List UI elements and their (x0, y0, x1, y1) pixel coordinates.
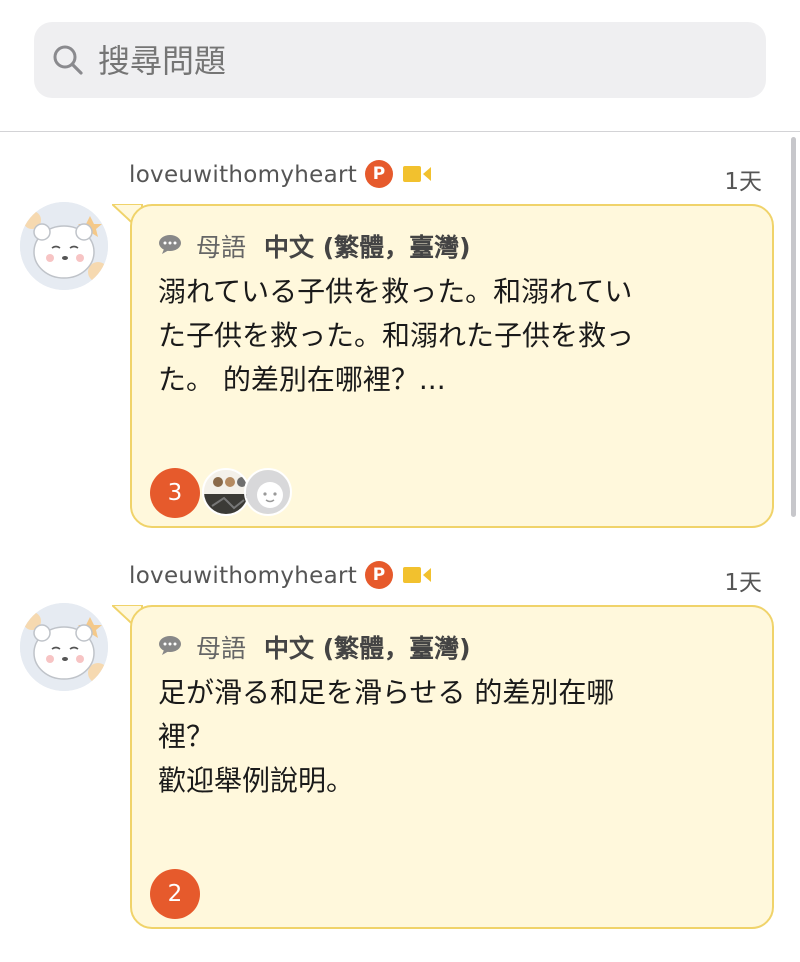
question-card[interactable]: loveuwithomyheart P 1天 (0, 140, 800, 540)
answer-count-badge: 3 (150, 468, 200, 518)
premium-badge: P (365, 160, 393, 188)
question-text[interactable]: 足が滑る和足を滑らせる 的差別在哪 裡？ 歡迎舉例說明。 (158, 671, 748, 803)
language-label: 母語 (196, 233, 247, 262)
speech-bubble-icon (159, 636, 181, 655)
question-bubble[interactable]: 母語 中文 (繁體，臺灣) 溺れている子供を救った。和溺れてい た子供を救った。… (130, 204, 774, 528)
question-bubble[interactable]: 母語 中文 (繁體，臺灣) 足が滑る和足を滑らせる 的差別在哪 裡？ 歡迎舉例說… (130, 605, 774, 929)
username[interactable]: loveuwithomyheart (129, 162, 357, 188)
video-camera-icon (403, 166, 431, 182)
question-card[interactable]: loveuwithomyheart P 1天 (0, 541, 800, 941)
bear-avatar-icon (20, 603, 108, 691)
video-camera-icon (403, 567, 431, 583)
search-bar[interactable] (34, 22, 766, 100)
timestamp: 1天 (724, 570, 762, 596)
responder-avatar (202, 468, 250, 516)
username[interactable]: loveuwithomyheart (129, 563, 357, 589)
question-text[interactable]: 溺れている子供を救った。和溺れてい た子供を救った。和溺れた子供を救っ た。 的… (158, 270, 748, 402)
avatar[interactable] (20, 603, 108, 691)
search-input[interactable] (96, 22, 750, 100)
language-label: 母語 (196, 634, 247, 663)
avatar[interactable] (20, 202, 108, 290)
timestamp: 1天 (724, 169, 762, 195)
premium-badge: P (365, 561, 393, 589)
responder-avatar (244, 468, 292, 516)
search-icon (53, 45, 83, 75)
answer-count-badge: 2 (150, 869, 200, 919)
language-value: 中文 (繁體，臺灣) (264, 634, 471, 663)
speech-bubble-icon (159, 235, 181, 254)
language-value: 中文 (繁體，臺灣) (264, 233, 471, 262)
bear-avatar-icon (20, 202, 108, 290)
divider (0, 131, 800, 132)
